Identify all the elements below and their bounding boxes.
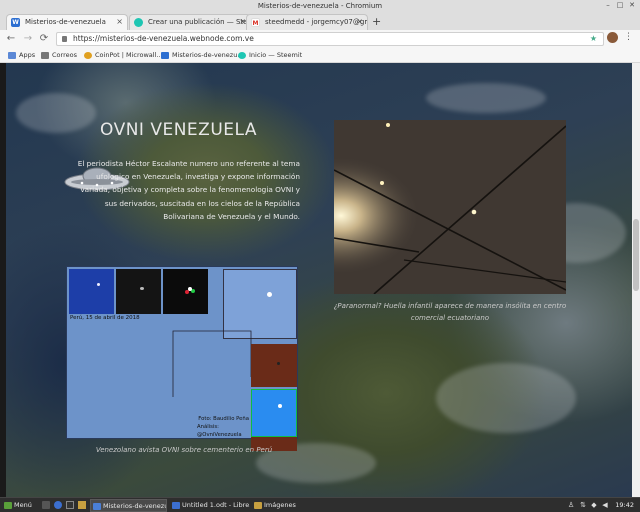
taskbar-window-label: Imágenes (264, 501, 296, 509)
network-icon[interactable]: ⇅ (579, 501, 587, 509)
taskbar-window-label: Untitled 1.odt - Libre... (182, 501, 250, 509)
close-tab-icon[interactable]: × (239, 15, 246, 29)
photo-tile (69, 269, 114, 314)
taskbar-window-label: Misterios-de-venezu... (103, 502, 166, 510)
tab-steemit-crear[interactable]: Crear una publicación — Steem × (129, 14, 251, 30)
folder-icon (254, 502, 262, 509)
start-menu-button[interactable]: Menú (2, 499, 38, 512)
tab-gmail[interactable]: M steedmedd - jorgemcy07@gm... × (246, 14, 368, 30)
taskbar-window-browser[interactable]: Misterios-de-venezu... (90, 499, 167, 512)
cloud (426, 83, 546, 113)
back-icon[interactable]: ← (4, 32, 18, 46)
page-viewport[interactable]: OVNI VENEZUELA El periodista Héctor Esca… (0, 63, 640, 497)
tab-label: Crear una publicación — Steem (148, 18, 251, 26)
bookmark-label: Inicio — Steemit (249, 51, 303, 59)
coinpot-icon (84, 52, 92, 59)
photo-credit: Foto: Baudilio Peña (198, 416, 249, 422)
tab-label: Misterios-de-venezuela (25, 18, 106, 26)
cloud (436, 363, 576, 433)
taskbar-window-images[interactable]: Imágenes (252, 499, 322, 512)
maximize-icon[interactable]: □ (616, 1, 624, 9)
bookmark-label: Correos (52, 51, 77, 59)
show-desktop-icon[interactable] (42, 501, 50, 509)
glass-reflection-image (334, 120, 566, 294)
bookmark-steemit[interactable]: Inicio — Steemit (238, 50, 302, 61)
bookmark-misterios[interactable]: Misterios-de-venezu... (161, 50, 244, 61)
bookmark-star-icon[interactable]: ★ (590, 33, 597, 45)
os-taskbar: Menú Misterios-de-venezu... Untitled 1.o… (0, 497, 640, 512)
apps-grid-icon (8, 52, 16, 59)
avatar[interactable] (607, 32, 618, 43)
browser-launcher-icon[interactable] (54, 501, 62, 509)
bookmark-correos[interactable]: Correos (41, 50, 77, 61)
new-tab-icon[interactable]: + (372, 15, 381, 28)
close-icon[interactable]: ✕ (628, 1, 636, 9)
bookmark-coinpot[interactable]: CoinPot | Microwall... (84, 50, 163, 61)
reload-icon[interactable]: ⟳ (37, 32, 51, 46)
user-icon[interactable]: ♙ (567, 501, 575, 509)
webnode-favicon-icon: W (11, 18, 20, 27)
forward-icon[interactable]: → (21, 32, 35, 46)
window-titlebar: Misterios-de-venezuela - Chromium – □ ✕ (0, 0, 640, 12)
bookmark-label: Apps (19, 51, 36, 59)
page-scrollbar[interactable] (632, 63, 640, 497)
photo-tile (116, 269, 161, 314)
lock-icon (62, 36, 67, 42)
terminal-launcher-icon[interactable] (66, 501, 74, 509)
folder-icon (41, 52, 49, 59)
clock[interactable]: 19:42 (615, 499, 634, 512)
page-title: OVNI VENEZUELA (100, 120, 257, 140)
browser-toolbar: ← → ⟳ https://misterios-de-venezuela.web… (0, 30, 640, 48)
tab-strip: W Misterios-de-venezuela × Crear una pub… (0, 12, 640, 30)
photo-tile (163, 269, 208, 314)
volume-icon[interactable]: ◀ (601, 501, 609, 509)
steemit-icon (238, 52, 246, 59)
taskbar-window-writer[interactable]: Untitled 1.odt - Libre... (170, 499, 250, 512)
intro-paragraph: El periodista Héctor Escalante numero un… (77, 159, 300, 221)
cloud (16, 93, 96, 133)
close-tab-icon[interactable]: × (116, 15, 123, 29)
tab-label: steedmedd - jorgemcy07@gm... (265, 18, 368, 26)
files-launcher-icon[interactable] (78, 501, 86, 509)
bookmark-apps[interactable]: Apps (8, 50, 35, 61)
steemit-icon (134, 18, 143, 27)
shield-icon[interactable]: ◆ (590, 501, 598, 509)
left-caption[interactable]: Venezolano avista OVNI sobre cementerio … (70, 446, 298, 454)
url-text: https://misterios-de-venezuela.webnode.c… (73, 34, 254, 43)
close-tab-icon[interactable]: × (356, 15, 363, 29)
webnode-favicon-icon (161, 52, 169, 59)
libreoffice-writer-icon (172, 502, 180, 509)
right-caption[interactable]: ¿Paranormal? Huella infantil aparece de … (333, 300, 567, 324)
window-title: Misterios-de-venezuela - Chromium (257, 2, 383, 10)
bookmark-label: CoinPot | Microwall... (95, 51, 163, 59)
photo-tile (251, 389, 297, 437)
chromium-icon (93, 503, 101, 510)
analysis-credit: Análisis: @OvniVenezuela (197, 424, 242, 438)
huella-infantil-photo[interactable] (334, 120, 566, 294)
bookmark-label: Misterios-de-venezu... (172, 51, 244, 59)
minimize-icon[interactable]: – (604, 1, 612, 9)
menu-icon (4, 502, 12, 509)
figure-date: Perú, 15 de abril de 2018 (70, 315, 140, 321)
photo-tile (251, 344, 297, 387)
tab-misterios[interactable]: W Misterios-de-venezuela × (6, 14, 128, 30)
bookmarks-bar: Apps Correos CoinPot | Microwall... Mist… (0, 48, 640, 63)
figure-credit: Foto: Baudilio Peña Análisis: @OvniVenez… (197, 415, 257, 439)
menu-label: Menú (14, 501, 32, 509)
address-bar[interactable]: https://misterios-de-venezuela.webnode.c… (56, 32, 604, 46)
scrollbar-thumb[interactable] (633, 219, 639, 291)
menu-dots-icon[interactable]: ⋮ (624, 32, 633, 42)
gmail-icon: M (251, 18, 260, 27)
